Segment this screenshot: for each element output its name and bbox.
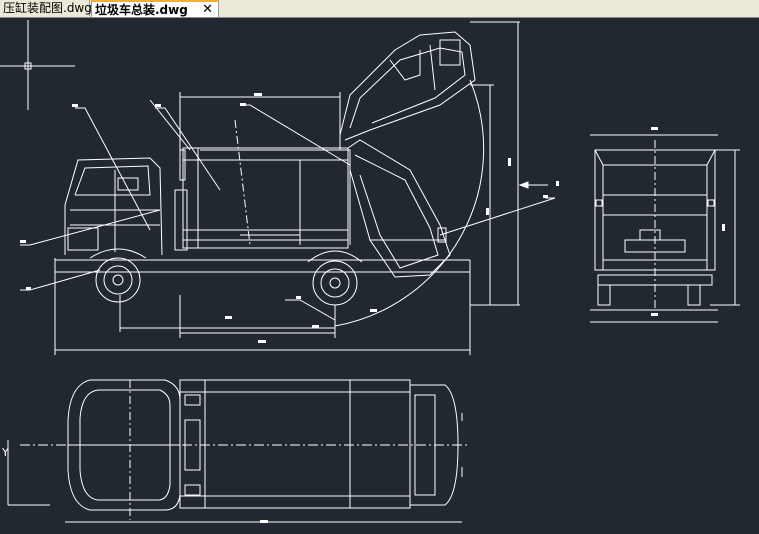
tab-garbage-truck-assembly[interactable]: 垃圾车总装.dwg ✕ (91, 0, 219, 17)
tab-cylinder-assembly[interactable]: 压缸装配图.dwg (0, 0, 92, 16)
side-view-drawing (20, 21, 556, 355)
top-view-drawing (20, 379, 470, 523)
close-tab-icon[interactable]: ✕ (202, 2, 213, 18)
document-tab-bar: 压缸装配图.dwg 垃圾车总装.dwg ✕ (0, 0, 759, 18)
tab-label: 压缸装配图.dwg (3, 1, 92, 15)
ucs-icon (7, 440, 50, 506)
drawing-canvas[interactable]: Y (0, 17, 759, 530)
rear-view-drawing (590, 134, 740, 323)
tab-label: 垃圾车总装.dwg (95, 3, 188, 17)
ucs-y-label: Y (1, 446, 9, 459)
crosshair-cursor (0, 20, 75, 110)
